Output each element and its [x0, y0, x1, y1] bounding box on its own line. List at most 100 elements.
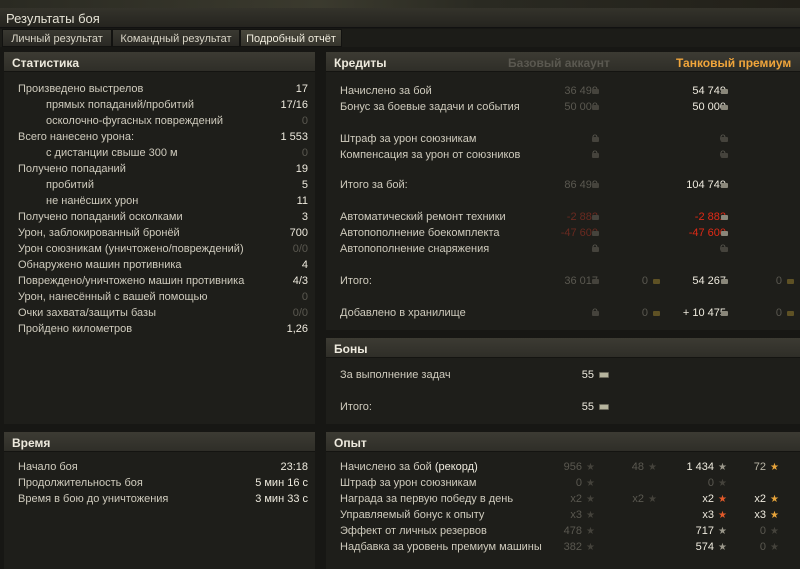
- time-panel: Время Начало боя 23:18 Продолжительность …: [4, 432, 315, 569]
- bonds-header: Боны: [326, 338, 800, 358]
- stat-row: Очки захвата/защиты базы 0/0: [18, 307, 308, 319]
- statistics-panel: Статистика Произведено выстрелов 17 прямы…: [4, 52, 315, 424]
- tab-personal[interactable]: Личный результат: [2, 29, 112, 47]
- xp-star-icon: ★: [718, 494, 727, 505]
- tab-bar: Личный результат Командный результат Под…: [0, 29, 800, 47]
- credits-icon: [592, 311, 599, 316]
- bond-row: Итого: 55: [340, 400, 800, 415]
- xp-star-icon: ★: [718, 542, 727, 553]
- stat-row: Урон, нанесённый с вашей помощью 0: [18, 291, 308, 303]
- free-xp-star-icon: ★: [648, 494, 657, 505]
- credits-icon: [721, 89, 728, 94]
- free-xp-star-icon: ★: [648, 462, 657, 473]
- stat-row: пробитий 5: [46, 179, 308, 191]
- experience-panel: Опыт Начислено за бой (рекорд) 956 ★ 48 ★ 1 4…: [326, 432, 800, 569]
- credits-icon: [592, 137, 599, 142]
- credits-icon: [721, 311, 728, 316]
- credits-icon: [721, 183, 728, 188]
- xp-star-icon: ★: [586, 526, 595, 537]
- window-title: Результаты боя: [6, 11, 100, 26]
- window-header: Результаты боя: [0, 8, 800, 28]
- gold-icon: [653, 311, 660, 316]
- stat-row: Всего нанесено урона: 1 553: [18, 131, 308, 143]
- xp-row: Штраф за урон союзникам 0 ★ 0 ★: [340, 477, 727, 489]
- xp-star-icon: ★: [586, 494, 595, 505]
- xp-row: Управляемый бонус к опыту x3 ★ x3 ★ x3 ★: [340, 509, 779, 521]
- xp-row: Начислено за бой (рекорд) 956 ★ 48 ★ 1 434 ★ 72…: [340, 461, 779, 473]
- free-xp-star-icon: ★: [770, 510, 779, 521]
- xp-star-icon: ★: [586, 478, 595, 489]
- credits-icon: [592, 105, 599, 110]
- xp-star-icon: ★: [586, 462, 595, 473]
- stat-row: осколочно-фугасных повреждений 0: [46, 115, 308, 127]
- tab-detailed[interactable]: Подробный отчёт: [240, 29, 342, 47]
- time-row: Продолжительность боя 5 мин 16 с: [18, 477, 308, 489]
- stat-row: Пройдено километров 1,26: [18, 323, 308, 335]
- credit-row: Итого за бой: 86 499 104 749: [340, 179, 728, 191]
- gold-icon: [787, 279, 794, 284]
- credit-row: Автоматический ремонт техники -2 882 -2 88…: [340, 211, 728, 223]
- time-header: Время: [4, 432, 315, 452]
- xp-row: Надбавка за уровень премиум машины 382 ★ 57…: [340, 541, 779, 553]
- credit-row: Автопополнение снаряжения00: [340, 242, 800, 257]
- credits-icon: [592, 153, 599, 158]
- stat-row: Получено попаданий осколками 3: [18, 211, 308, 223]
- stat-row: Произведено выстрелов 17: [18, 83, 308, 95]
- credit-row: Компенсация за урон от союзников00: [340, 148, 800, 163]
- statistics-header: Статистика: [4, 52, 315, 72]
- credits-icon: [592, 215, 599, 220]
- bond-icon: [599, 372, 609, 378]
- credits-icon: [721, 231, 728, 236]
- credits-icon: [721, 215, 728, 220]
- credits-icon: [721, 105, 728, 110]
- free-xp-star-icon: ★: [770, 542, 779, 553]
- credits-icon: [592, 279, 599, 284]
- bond-icon: [599, 404, 609, 410]
- xp-star-icon: ★: [718, 462, 727, 473]
- xp-star-icon: ★: [718, 526, 727, 537]
- xp-row: Награда за первую победу в день x2 ★ x2 ★ x2 ★…: [340, 493, 779, 505]
- xp-star-icon: ★: [586, 542, 595, 553]
- credit-row: Штраф за урон союзникам00: [340, 132, 800, 147]
- premium-account-column: Танковый премиум: [676, 56, 792, 70]
- time-row: Начало боя 23:18: [18, 461, 308, 473]
- xp-star-icon: ★: [718, 478, 727, 489]
- xp-star-icon: ★: [718, 510, 727, 521]
- gold-icon: [787, 311, 794, 316]
- experience-header: Опыт: [326, 432, 800, 452]
- credit-row: Итого: 36 017 0 54 267 0: [340, 274, 800, 289]
- credits-icon: [721, 153, 728, 158]
- credits-icon: [592, 231, 599, 236]
- stat-row: Урон союзникам (уничтожено/повреждений) 0…: [18, 243, 308, 255]
- free-xp-star-icon: ★: [770, 494, 779, 505]
- credits-header: Кредиты Базовый аккаунт Танковый премиум: [326, 52, 800, 72]
- base-account-column: Базовый аккаунт: [508, 56, 610, 70]
- xp-star-icon: ★: [586, 510, 595, 521]
- bond-row: За выполнение задач 55: [340, 368, 800, 383]
- stat-row: Повреждено/уничтожено машин противника 4/…: [18, 275, 308, 287]
- record-label: (рекорд): [434, 461, 478, 473]
- credits-icon: [592, 247, 599, 252]
- credit-row: Автопополнение боекомплекта -47 600 -47 60…: [340, 227, 728, 239]
- credits-icon: [592, 89, 599, 94]
- credits-panel: Кредиты Базовый аккаунт Танковый премиум…: [326, 52, 800, 330]
- stat-row: Получено попаданий 19: [18, 163, 308, 175]
- credits-icon: [721, 247, 728, 252]
- credit-row: Начислено за бой 36 499 54 749: [340, 85, 728, 97]
- credits-icon: [721, 137, 728, 142]
- free-xp-star-icon: ★: [770, 526, 779, 537]
- top-decoration: [0, 0, 800, 8]
- time-row: Время в бою до уничтожения 3 мин 33 с: [18, 493, 308, 505]
- tab-team[interactable]: Командный результат: [112, 29, 240, 47]
- credit-row: Бонус за боевые задачи и события 50 000 50…: [340, 101, 728, 113]
- stat-row: Урон, заблокированный бронёй 700: [18, 227, 308, 239]
- xp-row: Эффект от личных резервов 478 ★ 717 ★ 0 ★: [340, 525, 779, 537]
- stat-row: не нанёсших урон 11: [46, 195, 308, 207]
- gold-icon: [653, 279, 660, 284]
- credits-icon: [721, 279, 728, 284]
- stat-row: прямых попаданий/пробитий 17/16: [46, 99, 308, 111]
- stat-row: с дистанции свыше 300 м0: [46, 147, 308, 159]
- stat-row: Обнаружено машин противника 4: [18, 259, 308, 271]
- credits-icon: [592, 183, 599, 188]
- credit-row: Добавлено в хранилище00+ 10 4750: [340, 306, 800, 321]
